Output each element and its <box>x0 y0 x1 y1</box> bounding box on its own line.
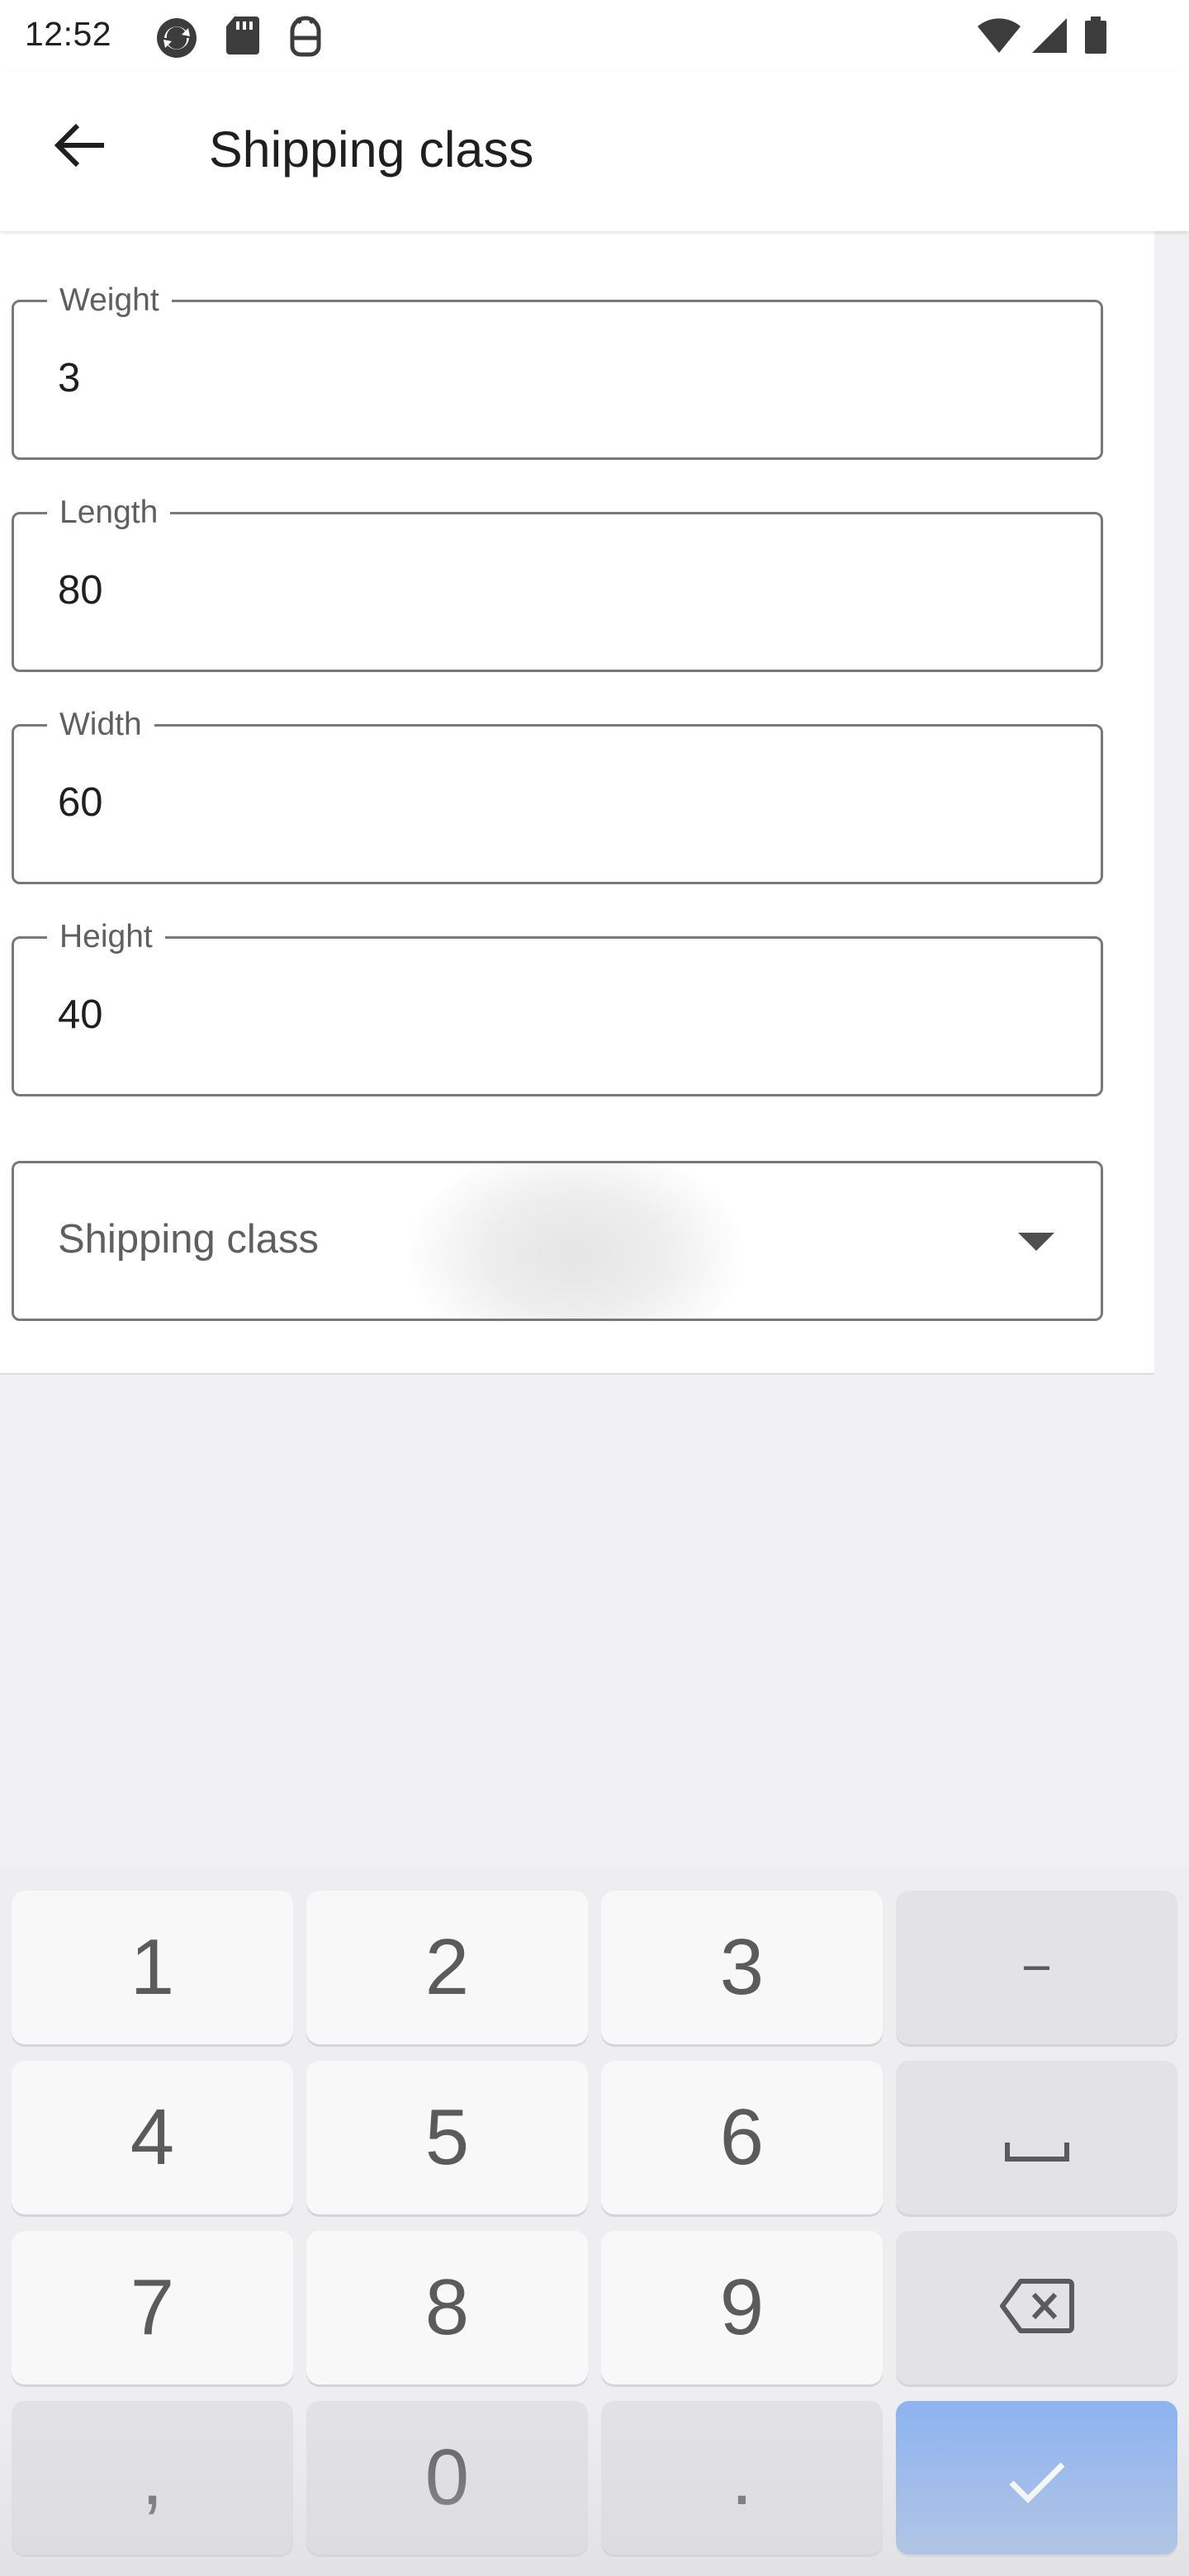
length-value: 80 <box>58 568 103 613</box>
key-space[interactable] <box>896 2061 1177 2214</box>
page-title: Shipping class <box>209 121 534 178</box>
dropdown-arrow-icon <box>1018 1233 1054 1255</box>
back-button[interactable] <box>46 111 116 180</box>
wifi-icon <box>976 17 1022 59</box>
height-field[interactable]: Height 40 <box>12 917 1103 1096</box>
key-comma[interactable]: , <box>12 2401 293 2555</box>
android-debug-icon <box>286 15 325 62</box>
height-value: 40 <box>58 992 103 1037</box>
battery-icon <box>1083 17 1108 59</box>
key-9[interactable]: 9 <box>601 2231 883 2384</box>
key-8[interactable]: 8 <box>306 2231 588 2384</box>
length-field[interactable]: Length 80 <box>12 493 1103 672</box>
backspace-icon <box>999 2262 1075 2353</box>
sd-card-icon <box>225 15 261 60</box>
key-6[interactable]: 6 <box>601 2061 883 2214</box>
key-4[interactable]: 4 <box>12 2061 293 2214</box>
key-done[interactable] <box>896 2401 1177 2555</box>
status-bar: 12:52 <box>0 0 1189 71</box>
key-period[interactable]: . <box>601 2401 883 2555</box>
status-time: 12:52 <box>25 15 112 53</box>
weight-value: 3 <box>58 356 81 400</box>
shipping-class-placeholder: Shipping class <box>58 1217 319 1262</box>
cellular-signal-icon <box>1029 17 1068 59</box>
key-2[interactable]: 2 <box>306 1891 588 2044</box>
numeric-keyboard: 1 2 3 − 4 5 6 7 8 9 , 0 . <box>0 1868 1189 2576</box>
app-bar: Shipping class <box>0 71 1189 231</box>
key-7[interactable]: 7 <box>12 2231 293 2384</box>
key-minus[interactable]: − <box>896 1891 1177 2044</box>
key-5[interactable]: 5 <box>306 2061 588 2214</box>
length-label: Length <box>47 493 171 533</box>
height-label: Height <box>47 917 165 957</box>
shipping-class-select[interactable]: Shipping class <box>12 1161 1103 1321</box>
shipping-form: Weight 3 Length 80 Width 60 Height 40 Sh… <box>0 231 1154 1375</box>
done-check-icon <box>1008 2432 1066 2523</box>
weight-field[interactable]: Weight 3 <box>12 281 1103 460</box>
space-icon <box>1004 2092 1070 2183</box>
key-1[interactable]: 1 <box>12 1891 293 2044</box>
width-value: 60 <box>58 780 103 825</box>
weight-label: Weight <box>47 281 172 320</box>
width-label: Width <box>47 705 154 745</box>
width-field[interactable]: Width 60 <box>12 705 1103 884</box>
key-backspace[interactable] <box>896 2231 1177 2384</box>
key-0[interactable]: 0 <box>306 2401 588 2555</box>
ripple-effect <box>402 1163 749 1319</box>
sync-icon <box>154 15 200 65</box>
key-3[interactable]: 3 <box>601 1891 883 2044</box>
arrow-back-icon <box>46 123 116 183</box>
